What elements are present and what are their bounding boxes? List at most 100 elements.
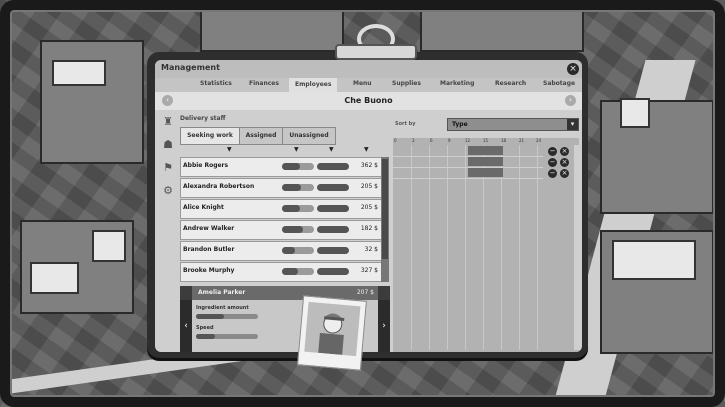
hour-label: 9 — [448, 138, 451, 143]
panel-title: Management — [161, 63, 220, 72]
tab-bar: Statistics Finances Employees Menu Suppl… — [155, 78, 582, 92]
stat-label: Ingredient amount — [196, 305, 249, 311]
stat-bar — [317, 205, 349, 212]
employee-salary: 362 $ — [360, 162, 378, 169]
schedule-row[interactable] — [393, 157, 543, 168]
speed-bar — [196, 334, 258, 339]
schedule-scrollbar[interactable] — [574, 145, 579, 350]
employee-salary: 327 $ — [360, 267, 378, 274]
employee-row[interactable]: Brooke Murphy 327 $ — [180, 262, 382, 282]
hour-label: 15 — [483, 138, 489, 143]
stat-bar — [317, 226, 349, 233]
employee-row[interactable]: Alexandra Robertson 205 $ — [180, 178, 382, 198]
employee-row[interactable]: Andrew Walker 182 $ — [180, 220, 382, 240]
hour-label: 3 — [412, 138, 415, 143]
hour-label: 24 — [536, 138, 542, 143]
tab-statistics[interactable]: Statistics — [200, 80, 232, 87]
employee-salary: 205 $ — [360, 183, 378, 190]
employee-name: Brooke Murphy — [183, 267, 235, 274]
building-roof — [612, 240, 696, 280]
tab-research[interactable]: Research — [495, 80, 526, 87]
schedule-row[interactable] — [393, 146, 543, 157]
tab-employees[interactable]: Employees — [289, 78, 338, 92]
stat-label: Speed — [196, 325, 214, 331]
tab-marketing[interactable]: Marketing — [440, 80, 474, 87]
employee-row[interactable]: Brandon Butler 32 $ — [180, 241, 382, 261]
employee-salary: 205 $ — [360, 204, 378, 211]
employee-name: Alexandra Robertson — [183, 183, 255, 190]
minus-icon[interactable]: − — [548, 169, 557, 178]
delivery-icon[interactable]: ⚙ — [161, 184, 175, 198]
sort-arrow-icon[interactable]: ▼ — [294, 146, 299, 153]
building — [200, 8, 344, 52]
skill-bar — [282, 205, 314, 212]
hour-label: 18 — [501, 138, 507, 143]
scooter-icon[interactable]: ⚑ — [161, 161, 175, 175]
skill-bar — [282, 247, 314, 254]
shift-block[interactable] — [468, 157, 503, 166]
employee-salary: 32 $ — [364, 246, 378, 253]
building-roof — [92, 230, 126, 262]
stat-bar — [317, 247, 349, 254]
detail-salary: 207 $ — [356, 289, 374, 296]
minus-icon[interactable]: − — [548, 147, 557, 156]
sort-value: Type — [452, 121, 468, 128]
tab-supplies[interactable]: Supplies — [392, 80, 421, 87]
employee-row[interactable]: Abbie Rogers 362 $ — [180, 157, 382, 177]
employee-list: Abbie Rogers 362 $ Alexandra Robertson 2… — [180, 157, 390, 282]
tab-menu[interactable]: Menu — [353, 80, 372, 87]
skill-bar — [282, 268, 314, 275]
building — [420, 10, 584, 52]
waiter-icon[interactable]: ☗ — [161, 138, 175, 152]
subtab-seeking-work[interactable]: Seeking work — [180, 127, 240, 145]
shift-block[interactable] — [468, 168, 503, 177]
sort-arrow-icon[interactable]: ▼ — [329, 146, 334, 153]
building-roof — [52, 60, 106, 86]
clipboard-clip — [335, 22, 417, 60]
employee-name: Alice Knight — [183, 204, 224, 211]
building-roof — [620, 98, 650, 128]
schedule-row[interactable] — [393, 168, 543, 179]
employee-row[interactable]: Alice Knight 205 $ — [180, 199, 382, 219]
tab-sabotage[interactable]: Sabotage — [543, 80, 575, 87]
minus-icon[interactable]: − — [548, 158, 557, 167]
hour-label: 12 — [465, 138, 471, 143]
avatar — [304, 301, 361, 357]
close-button[interactable]: × — [567, 63, 579, 75]
building-roof — [30, 262, 79, 294]
prev-employee-button[interactable]: ‹ — [180, 300, 192, 352]
next-restaurant-button[interactable]: › — [565, 95, 576, 106]
restaurant-name: Che Buono — [344, 96, 393, 105]
chef-hat-icon[interactable]: ♜ — [161, 115, 175, 129]
sort-arrow-icon[interactable]: ▼ — [364, 146, 369, 153]
subtab-assigned[interactable]: Assigned — [239, 127, 283, 145]
staff-section-label: Delivery staff — [180, 115, 226, 122]
next-employee-button[interactable]: › — [378, 300, 390, 352]
close-icon[interactable]: × — [560, 158, 569, 167]
skill-bar — [282, 226, 314, 233]
skill-bar — [282, 163, 314, 170]
close-icon[interactable]: × — [560, 169, 569, 178]
employee-name: Andrew Walker — [183, 225, 235, 232]
employee-name: Brandon Butler — [183, 246, 235, 253]
building — [40, 40, 144, 164]
tab-finances[interactable]: Finances — [249, 80, 279, 87]
skill-bar — [282, 184, 314, 191]
panel-header: Management × — [155, 60, 582, 78]
sort-select[interactable]: Type ▾ — [447, 118, 579, 131]
hour-label: 0 — [394, 138, 397, 143]
hour-label: 6 — [430, 138, 433, 143]
management-panel: Management × Statistics Finances Employe… — [155, 60, 582, 352]
chevron-down-icon: ▾ — [567, 119, 578, 130]
sort-label: Sort by — [395, 121, 416, 127]
detail-name: Amelia Parker — [198, 289, 246, 296]
detail-header: Amelia Parker 207 $ — [192, 286, 378, 300]
subtab-unassigned[interactable]: Unassigned — [282, 127, 336, 145]
employee-list-scrollbar[interactable] — [381, 157, 389, 282]
shift-block[interactable] — [468, 146, 503, 155]
close-icon[interactable]: × — [560, 147, 569, 156]
stat-bar — [317, 184, 349, 191]
hour-label: 21 — [519, 138, 525, 143]
sort-arrow-icon[interactable]: ▼ — [227, 146, 232, 153]
stat-bar — [317, 163, 349, 170]
